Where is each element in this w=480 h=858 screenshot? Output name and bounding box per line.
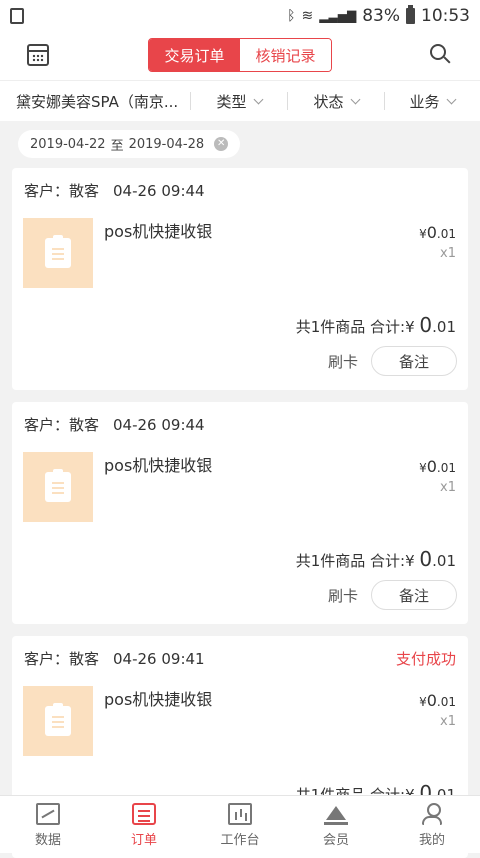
note-button[interactable]: 备注 <box>371 580 457 610</box>
order-time: 04-26 09:41 <box>113 650 205 668</box>
total-dec: .01 <box>432 318 456 336</box>
type-filter[interactable]: 类型 <box>191 91 287 112</box>
status-badge: 支付成功 <box>395 650 456 668</box>
price-dec: .01 <box>436 461 456 475</box>
tab-label: 订单 <box>130 833 157 848</box>
order-type-switch: 交易订单 核销记录 <box>148 38 332 72</box>
tab-verification-records[interactable]: 核销记录 <box>240 39 331 71</box>
tab-mine[interactable]: 我的 <box>384 796 480 853</box>
product-name: pos机快捷收银 <box>104 690 213 709</box>
business-filter-label: 业务 <box>409 92 440 111</box>
product-qty: x1 <box>440 246 456 261</box>
type-filter-label: 类型 <box>216 92 247 111</box>
payment-method: 刷卡 <box>327 353 358 371</box>
calendar-icon[interactable] <box>27 44 49 66</box>
tab-workbench[interactable]: 工作台 <box>192 796 288 853</box>
order-total: 共1件商品 合计:¥ 0.01 <box>296 313 456 337</box>
search-icon[interactable] <box>430 44 446 60</box>
payment-method: 刷卡 <box>327 587 358 605</box>
note-button[interactable]: 备注 <box>371 346 457 376</box>
order-card[interactable]: 客户：散客 04-26 09:44 pos机快捷收银 ¥0.01 x1 共1件商品… <box>12 168 468 390</box>
price-int: 0 <box>426 223 437 242</box>
signal-icon: ▂▃▅▇ <box>319 9 357 23</box>
price-dec: .01 <box>436 695 456 709</box>
wifi-icon: ≋ <box>301 8 314 24</box>
tab-data[interactable]: 数据 <box>0 796 96 853</box>
battery-icon <box>406 5 415 24</box>
tab-label: 数据 <box>34 833 61 848</box>
clipboard-icon <box>45 235 71 268</box>
product-qty: x1 <box>440 714 456 729</box>
store-filter[interactable]: 黛安娜美容SPA（南京... <box>0 91 190 112</box>
order-header: 客户：散客 04-26 09:44 <box>24 180 205 201</box>
price-symbol: ¥ <box>419 695 427 709</box>
clipboard-icon <box>45 469 71 502</box>
product-thumbnail <box>23 452 93 522</box>
tab-orders[interactable]: 订单 <box>96 796 192 853</box>
product-thumbnail <box>23 686 93 756</box>
product-price: ¥0.01 <box>419 223 456 242</box>
customer-label: 客户：散客 <box>24 650 100 668</box>
customer-label: 客户：散客 <box>24 182 100 200</box>
price-int: 0 <box>426 691 437 710</box>
total-int: 0 <box>419 313 433 337</box>
tab-members[interactable]: 会员 <box>288 796 384 853</box>
total-prefix: 共1件商品 合计:¥ <box>295 318 420 336</box>
chevron-down-icon <box>253 94 263 104</box>
status-filter-label: 状态 <box>313 92 344 111</box>
profile-icon <box>420 803 444 825</box>
product-name: pos机快捷收银 <box>104 456 213 475</box>
date-to-word: 至 <box>110 138 124 154</box>
status-filter[interactable]: 状态 <box>288 91 384 112</box>
date-range-chip[interactable]: 2019-04-22 至 2019-04-28 ✕ <box>18 130 241 158</box>
clipboard-icon <box>45 703 71 736</box>
chart-icon <box>36 803 60 825</box>
tab-label: 我的 <box>418 833 445 848</box>
order-header: 客户：散客 04-26 09:44 <box>24 414 205 435</box>
screen-record-icon <box>10 8 24 24</box>
bluetooth-icon: ᛒ <box>287 8 296 24</box>
product-name: pos机快捷收银 <box>104 222 213 241</box>
order-header: 客户：散客 04-26 09:41 <box>24 648 205 669</box>
product-price: ¥0.01 <box>419 457 456 476</box>
order-icon <box>132 803 156 825</box>
date-to: 2019-04-28 <box>128 136 205 152</box>
workbench-icon <box>228 803 252 825</box>
price-symbol: ¥ <box>419 227 427 241</box>
battery-percent: 83% <box>362 6 400 26</box>
date-from: 2019-04-22 <box>30 136 106 152</box>
tab-transaction-orders[interactable]: 交易订单 <box>149 39 240 71</box>
business-filter[interactable]: 业务 <box>385 91 479 112</box>
clear-date-icon[interactable]: ✕ <box>214 137 229 151</box>
product-thumbnail <box>23 218 93 288</box>
bottom-tab-bar: 数据 订单 工作台 会员 我的 <box>0 795 480 853</box>
filter-bar: 黛安娜美容SPA（南京... 类型 状态 业务 <box>0 80 480 121</box>
price-dec: .01 <box>436 227 456 241</box>
tab-label: 会员 <box>322 833 349 848</box>
chevron-down-icon <box>350 94 360 104</box>
status-bar: ᛒ ≋ ▂▃▅▇ 83% 10:53 <box>0 0 480 32</box>
top-header: 交易订单 核销记录 <box>0 32 480 80</box>
clock: 10:53 <box>421 6 470 26</box>
total-prefix: 共1件商品 合计:¥ <box>295 552 420 570</box>
total-dec: .01 <box>432 552 456 570</box>
member-icon <box>324 803 348 825</box>
order-total: 共1件商品 合计:¥ 0.01 <box>296 547 456 571</box>
product-price: ¥0.01 <box>419 691 456 710</box>
customer-label: 客户：散客 <box>24 416 100 434</box>
total-int: 0 <box>419 547 433 571</box>
price-int: 0 <box>426 457 437 476</box>
order-time: 04-26 09:44 <box>113 416 205 434</box>
order-time: 04-26 09:44 <box>113 182 205 200</box>
tab-label: 工作台 <box>220 833 260 848</box>
store-filter-label: 黛安娜美容SPA（南京... <box>16 92 179 111</box>
order-card[interactable]: 客户：散客 04-26 09:44 pos机快捷收银 ¥0.01 x1 共1件商品… <box>12 402 468 624</box>
product-qty: x1 <box>440 480 456 495</box>
price-symbol: ¥ <box>419 461 427 475</box>
chevron-down-icon <box>446 94 456 104</box>
